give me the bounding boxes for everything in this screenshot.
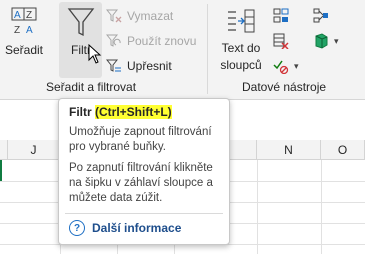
data-model-icon — [313, 33, 329, 49]
consolidate-icon — [313, 8, 329, 24]
advanced-filter-label: Upřesnit — [127, 59, 172, 73]
tell-me-more-link[interactable]: ? Další informace — [69, 220, 181, 236]
remove-duplicates-button[interactable] — [273, 30, 294, 52]
clear-filter-icon — [106, 8, 122, 24]
mouse-cursor-icon — [88, 44, 102, 64]
sort-az-icon: A Z Z A — [11, 7, 37, 36]
dropdown-arrow-icon: ▾ — [294, 60, 299, 71]
sort-label: Seřadit — [4, 43, 44, 57]
svg-text:Z: Z — [26, 10, 32, 21]
active-cell-border — [0, 160, 2, 182]
text-to-columns-label-1: Text do — [221, 41, 261, 55]
help-icon: ? — [69, 220, 85, 236]
gridline — [257, 160, 258, 254]
tooltip-title-text: Filtr — [69, 105, 95, 119]
group-label-sort-filter: Seřadit a filtrovat — [46, 80, 137, 94]
gridline — [321, 160, 322, 254]
tooltip-description: Umožňuje zapnout filtrování pro vybrané … — [69, 126, 212, 153]
data-model-button[interactable]: ▾ — [313, 30, 339, 52]
clear-filter-label: Vymazat — [127, 9, 174, 23]
tell-me-more-label: Další informace — [92, 221, 182, 235]
column-header-n[interactable]: N — [257, 140, 321, 160]
reapply-button[interactable]: Použít znovu — [106, 30, 196, 52]
data-validation-button[interactable]: ▾ — [273, 55, 299, 77]
text-to-columns-button[interactable]: Text do sloupců — [216, 6, 266, 74]
tooltip-instructions: Po zapnutí filtrování klikněte na šipku … — [69, 162, 213, 204]
group-label-data-tools: Datové nástroje — [242, 80, 327, 94]
tooltip-divider — [65, 213, 223, 214]
svg-text:A: A — [14, 10, 21, 21]
reapply-icon — [106, 33, 122, 49]
text-to-columns-icon — [228, 9, 255, 33]
clear-filter-button[interactable]: Vymazat — [106, 5, 173, 27]
group-separator — [207, 4, 208, 94]
text-to-columns-label-2: sloupců — [220, 58, 262, 72]
flash-fill-icon — [273, 8, 289, 24]
reapply-label: Použít znovu — [127, 34, 197, 48]
consolidate-button[interactable] — [313, 5, 334, 27]
funnel-icon — [67, 8, 95, 37]
ribbon: A Z Z A Seřadit Filtr Vymazat Použít zno… — [0, 0, 365, 100]
sort-button[interactable]: A Z Z A Seřadit — [4, 6, 44, 59]
flash-fill-button[interactable] — [273, 5, 294, 27]
data-validation-icon — [273, 58, 289, 74]
svg-text:A: A — [26, 25, 33, 36]
svg-text:Z: Z — [14, 25, 20, 36]
column-header-j[interactable]: J — [8, 140, 60, 160]
column-header-partial[interactable] — [0, 140, 8, 160]
remove-duplicates-icon — [273, 33, 289, 49]
tooltip-shortcut: (Ctrl+Shift+L) — [95, 105, 172, 119]
tooltip-title: Filtr (Ctrl+Shift+L) — [69, 105, 219, 119]
dropdown-arrow-icon: ▾ — [334, 35, 339, 46]
advanced-filter-button[interactable]: Upřesnit — [106, 55, 172, 77]
advanced-filter-icon — [106, 58, 122, 74]
column-header-o[interactable]: O — [321, 140, 365, 160]
filter-tooltip: Filtr (Ctrl+Shift+L) Umožňuje zapnout fi… — [58, 98, 230, 245]
